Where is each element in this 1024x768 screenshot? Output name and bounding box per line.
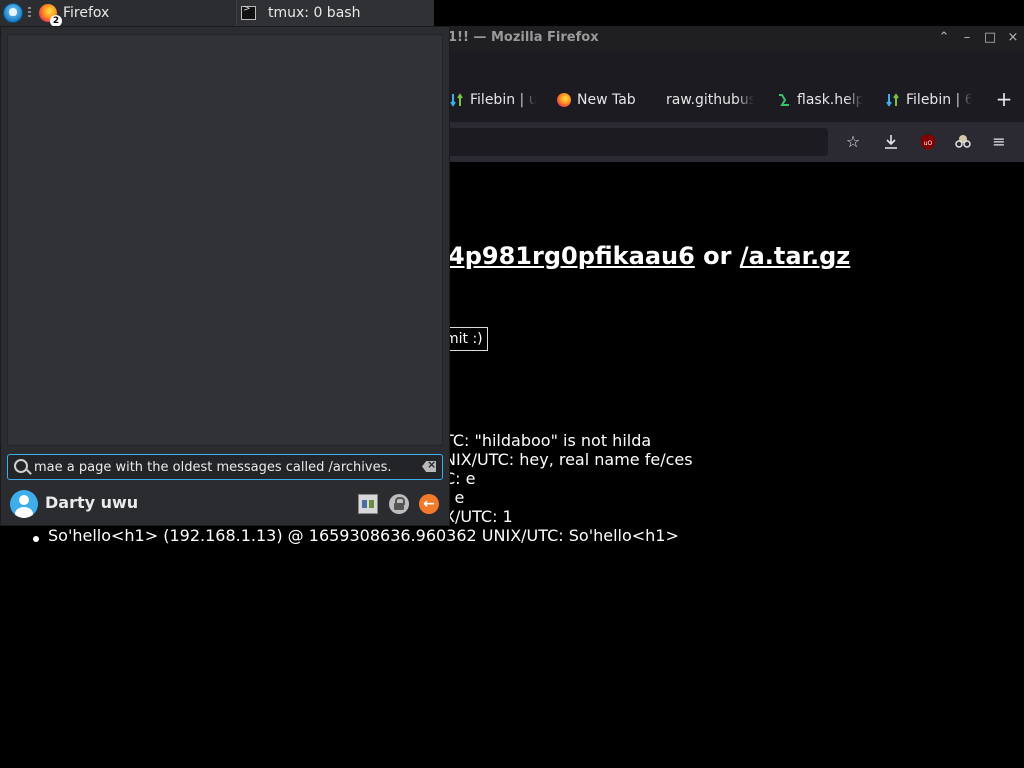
app-menu-icon[interactable]: ≡	[989, 132, 1009, 152]
url-bar[interactable]	[448, 128, 828, 156]
firefox-icon: 2	[39, 4, 62, 27]
bin-link[interactable]: 4p981rg0pfikaau6	[448, 242, 695, 270]
search-input[interactable]	[34, 455, 404, 479]
flask-icon	[779, 94, 789, 106]
task-tmux[interactable]: tmux: 0 bash	[236, 0, 433, 26]
switch-user-icon[interactable]	[358, 494, 378, 514]
tab-label: New Tab	[577, 92, 636, 108]
task-label: Firefox	[63, 5, 110, 21]
launcher-popup: Darty uwu ←	[0, 26, 450, 526]
tab-label: raw.githubus	[666, 92, 754, 108]
tab-label: flask.help	[797, 92, 863, 108]
heading-or: or	[703, 242, 732, 270]
filebin-icon	[450, 93, 463, 107]
filebin-icon	[886, 93, 899, 107]
tab-new-tab[interactable]: New Tab	[557, 88, 647, 112]
tab-filebin-1[interactable]: Filebin | u	[450, 88, 536, 112]
firefox-icon	[557, 93, 571, 107]
close-button[interactable]: ×	[1006, 31, 1020, 45]
list-bullet	[33, 536, 39, 542]
message-item: So'hello<h1> (192.168.1.13) @ 1659308636…	[48, 526, 679, 545]
terminal-icon	[241, 4, 256, 20]
taskbar: 2 Firefox tmux: 0 bash	[0, 0, 1024, 27]
tab-label: Filebin | 6	[906, 92, 972, 108]
message-item: X/UTC: 1	[444, 507, 513, 526]
ublock-origin-icon[interactable]: uO	[918, 132, 938, 152]
lock-screen-icon[interactable]	[389, 494, 409, 514]
page-heading: 4p981rg0pfikaau6 or /a.tar.gz	[448, 242, 850, 270]
new-tab-button[interactable]: +	[994, 89, 1014, 109]
results-list	[7, 34, 443, 446]
tab-flask-help[interactable]: flask.help	[777, 88, 863, 112]
tab-filebin-2[interactable]: Filebin | 6	[886, 88, 972, 112]
avatar	[10, 490, 38, 518]
search-field[interactable]	[7, 454, 443, 480]
panel-grip-icon	[28, 7, 31, 19]
logout-icon[interactable]: ←	[419, 494, 439, 514]
minimize-button[interactable]: –	[960, 31, 974, 45]
tarball-link[interactable]: /a.tar.gz	[740, 242, 850, 270]
svg-text:uO: uO	[924, 140, 933, 147]
clear-text-icon[interactable]	[422, 461, 436, 472]
user-name: Darty uwu	[45, 493, 139, 512]
window-title: 1!! — Mozilla Firefox	[448, 30, 599, 45]
application-launcher-icon[interactable]	[3, 3, 23, 23]
tab-raw-github[interactable]: raw.githubus	[666, 88, 754, 112]
search-icon	[14, 459, 28, 473]
message-item: TC: "hildaboo" is not hilda	[444, 431, 652, 450]
downloads-icon[interactable]	[881, 132, 901, 152]
bookmark-star-icon[interactable]: ☆	[843, 132, 863, 152]
keep-above-button[interactable]: ⌃	[937, 31, 951, 45]
privacy-extension-icon[interactable]	[953, 132, 973, 152]
tab-label: Filebin | u	[470, 92, 536, 108]
message-item: NIX/UTC: hey, real name fe/ces	[444, 450, 693, 469]
user-row: Darty uwu ←	[7, 489, 443, 519]
task-label: tmux: 0 bash	[268, 5, 361, 21]
task-manager: 2 Firefox tmux: 0 bash	[0, 0, 434, 27]
task-firefox[interactable]: 2 Firefox	[36, 0, 232, 27]
maximize-button[interactable]: □	[983, 31, 997, 45]
